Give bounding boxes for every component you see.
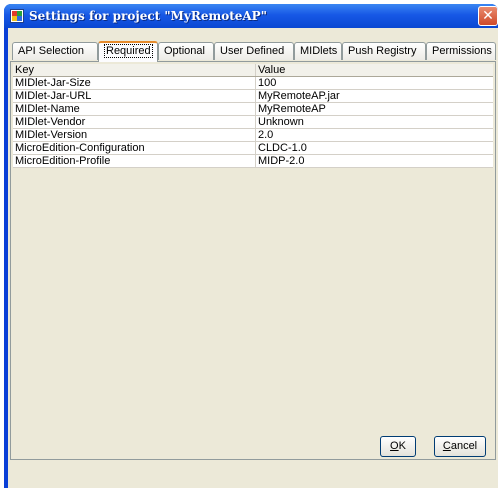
- key-cell: MIDlet-Jar-URL: [15, 90, 92, 102]
- table-row[interactable]: MIDlet-Name MyRemoteAP: [13, 103, 493, 116]
- value-cell[interactable]: Unknown: [258, 116, 488, 128]
- ok-button[interactable]: OK: [380, 436, 416, 457]
- value-cell[interactable]: 100: [258, 77, 488, 89]
- key-cell: MIDlet-Name: [15, 103, 80, 115]
- value-cell[interactable]: CLDC-1.0: [258, 142, 488, 154]
- value-cell[interactable]: MyRemoteAP: [258, 103, 488, 115]
- table-header: Key Value: [13, 64, 493, 77]
- table-row[interactable]: MicroEdition-Profile MIDP-2.0: [13, 155, 493, 168]
- dialog-body: API Selection Required Optional User Def…: [8, 28, 498, 488]
- key-cell: MIDlet-Version: [15, 129, 88, 141]
- tab-optional[interactable]: Optional: [158, 42, 214, 60]
- column-header-key[interactable]: Key: [15, 64, 253, 76]
- key-cell: MIDlet-Jar-Size: [15, 77, 91, 89]
- app-icon: [10, 9, 24, 23]
- tab-label: User Defined: [220, 45, 285, 57]
- tab-midlets[interactable]: MIDlets: [294, 42, 342, 60]
- table-row[interactable]: MicroEdition-Configuration CLDC-1.0: [13, 142, 493, 155]
- tab-api-selection[interactable]: API Selection: [12, 42, 98, 60]
- tab-user-defined[interactable]: User Defined: [214, 42, 294, 60]
- key-cell: MIDlet-Vendor: [15, 116, 86, 128]
- table-row[interactable]: MIDlet-Jar-Size 100: [13, 77, 493, 90]
- tab-label: Optional: [164, 45, 205, 57]
- close-button[interactable]: ✕: [478, 6, 498, 26]
- table-row[interactable]: MIDlet-Jar-URL MyRemoteAP.jar: [13, 90, 493, 103]
- settings-dialog: Settings for project "MyRemoteAP" ✕ API …: [4, 4, 498, 488]
- column-header-value[interactable]: Value: [258, 64, 488, 76]
- tab-label: Push Registry: [348, 45, 417, 57]
- key-cell: MicroEdition-Configuration: [15, 142, 145, 154]
- value-cell[interactable]: MIDP-2.0: [258, 155, 488, 167]
- required-tab-panel: Key Value MIDlet-Jar-Size 100 MIDlet-Jar…: [10, 61, 496, 460]
- window-title: Settings for project "MyRemoteAP": [29, 9, 267, 23]
- value-cell[interactable]: MyRemoteAP.jar: [258, 90, 488, 102]
- ok-label-rest: K: [398, 440, 406, 452]
- tab-label: Required: [104, 44, 153, 58]
- cancel-label-rest: ancel: [450, 440, 478, 452]
- cancel-button[interactable]: Cancel: [434, 436, 486, 457]
- tab-label: API Selection: [18, 45, 85, 57]
- key-cell: MicroEdition-Profile: [15, 155, 111, 167]
- tab-required[interactable]: Required: [98, 41, 158, 62]
- table-row[interactable]: MIDlet-Vendor Unknown: [13, 116, 493, 129]
- tab-label: Permissions: [432, 45, 492, 57]
- tab-label: MIDlets: [300, 45, 338, 57]
- properties-table: Key Value MIDlet-Jar-Size 100 MIDlet-Jar…: [13, 64, 493, 168]
- value-cell[interactable]: 2.0: [258, 129, 488, 141]
- tab-permissions[interactable]: Permissions: [426, 42, 496, 60]
- title-bar[interactable]: Settings for project "MyRemoteAP" ✕: [4, 4, 498, 28]
- tab-push-registry[interactable]: Push Registry: [342, 42, 426, 60]
- table-row[interactable]: MIDlet-Version 2.0: [13, 129, 493, 142]
- ok-mnemonic: O: [390, 440, 399, 452]
- cancel-mnemonic: C: [442, 440, 451, 452]
